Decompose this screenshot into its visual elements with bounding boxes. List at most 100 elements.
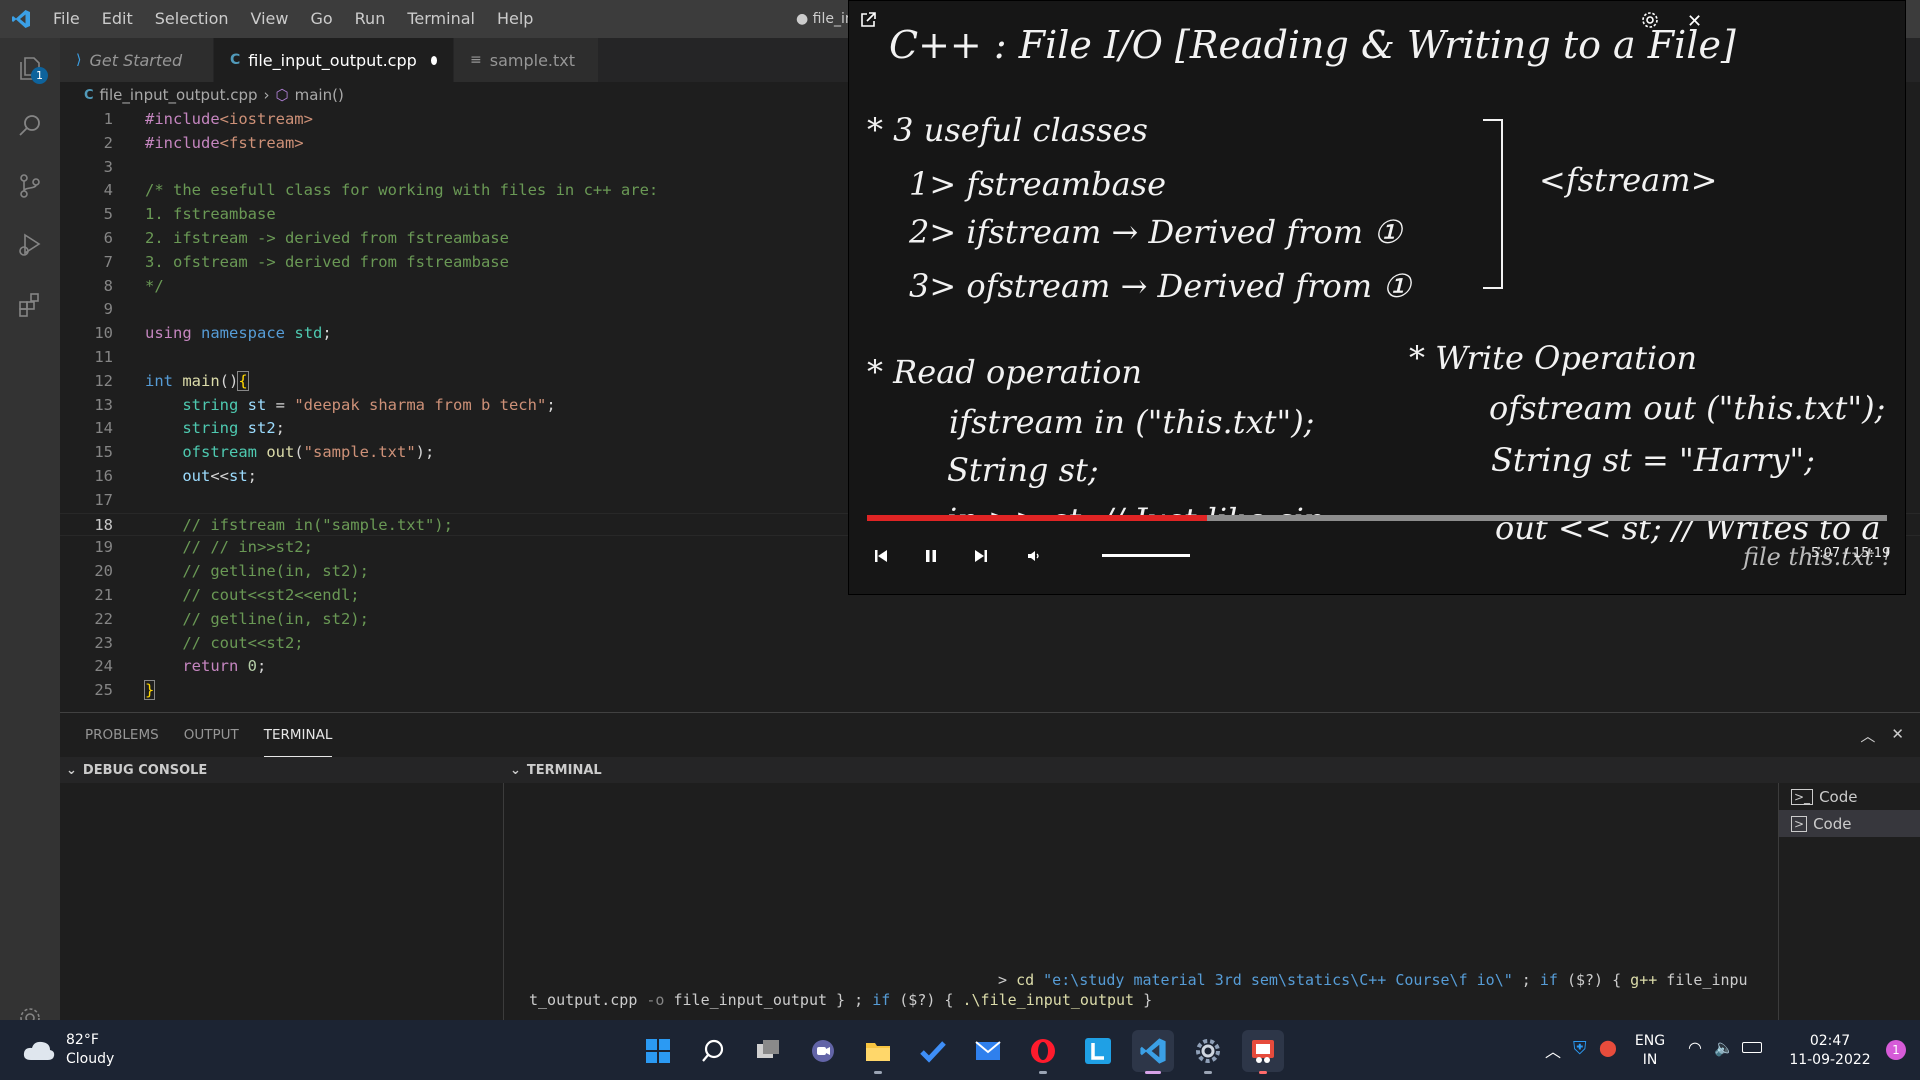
cloud-icon — [23, 1041, 55, 1060]
task-view-icon[interactable] — [747, 1030, 789, 1072]
file-explorer-icon[interactable] — [857, 1030, 899, 1074]
language-indicator[interactable]: ENG IN — [1630, 1032, 1670, 1070]
tab-sample-txt[interactable]: ≡ sample.txt — [454, 38, 599, 82]
mail-icon[interactable] — [967, 1030, 1009, 1072]
active-indicator — [1145, 1071, 1161, 1074]
terminal-header[interactable]: ⌄ TERMINAL — [504, 757, 1920, 783]
settings-gear-icon[interactable] — [1187, 1030, 1229, 1074]
unsaved-dot-icon[interactable] — [430, 55, 437, 65]
code-line: 22 // getline(in, st2); — [60, 608, 1920, 632]
tab-problems[interactable]: PROBLEMS — [85, 713, 159, 757]
lang-region: IN — [1642, 1052, 1658, 1068]
menu-go[interactable]: Go — [299, 0, 343, 38]
breadcrumb-symbol[interactable]: main() — [295, 86, 344, 104]
menu-view[interactable]: View — [240, 0, 300, 38]
debug-console-area[interactable] — [60, 783, 504, 1021]
pause-icon[interactable] — [916, 542, 946, 570]
wifi-icon[interactable]: ◠ — [1688, 1038, 1702, 1057]
line-number: 7 — [103, 252, 113, 271]
tab-terminal[interactable]: TERMINAL — [263, 713, 333, 757]
activity-bar: 1 — [0, 38, 60, 1028]
video-slide-text: String st; — [947, 451, 1099, 489]
notification-badge[interactable]: 1 — [1886, 1040, 1906, 1060]
menu-edit[interactable]: Edit — [91, 0, 144, 38]
clock-time: 02:47 — [1809, 1033, 1851, 1049]
line-number: 10 — [94, 324, 113, 343]
chevron-up-icon[interactable]: ︿ — [1545, 1038, 1561, 1062]
term-token: > — [998, 971, 1017, 989]
todo-check-icon[interactable] — [912, 1030, 954, 1072]
text-file-icon: ≡ — [470, 52, 482, 68]
terminal-line[interactable]: t_output.cpp -o file_input_output } ; if… — [529, 991, 1152, 1009]
volume-slider[interactable] — [1102, 554, 1190, 557]
terminal-label: Code — [1819, 787, 1858, 806]
video-slide-text: 3> ofstream → Derived from ① — [909, 267, 1411, 305]
security-shield-icon[interactable]: ⛨ — [1573, 1038, 1587, 1059]
terminal-line[interactable]: > cd "e:\study material 3rd sem\statics\… — [998, 971, 1748, 989]
tab-output[interactable]: OUTPUT — [184, 713, 239, 757]
breadcrumb-file[interactable]: file_input_output.cpp — [100, 86, 258, 104]
terminal-item[interactable]: >_ Code — [1779, 783, 1920, 810]
search-icon[interactable] — [692, 1030, 734, 1072]
explorer-badge: 1 — [31, 67, 48, 84]
video-progress-bar[interactable] — [867, 515, 1887, 521]
speaker-icon[interactable]: 🔈 — [1714, 1038, 1734, 1057]
menu-terminal[interactable]: Terminal — [396, 0, 486, 38]
start-windows-icon[interactable] — [637, 1030, 679, 1072]
video-slide-text: <fstream> — [1539, 161, 1718, 199]
code-token: int — [145, 371, 173, 390]
term-token: if — [872, 991, 900, 1009]
windows-taskbar: 82°F Cloudy ︿ ⛨ ⬤ ENG IN ◠ 🔈 02:47 11-09… — [0, 1020, 1920, 1080]
previous-track-icon[interactable] — [866, 542, 896, 570]
line-number: 5 — [103, 205, 113, 224]
battery-icon[interactable] — [1742, 1042, 1762, 1053]
weather-widget[interactable]: 82°F Cloudy — [22, 1031, 114, 1069]
term-token: if — [1539, 971, 1567, 989]
term-token: { — [1603, 971, 1631, 989]
tab-get-started[interactable]: ⟩ Get Started — [60, 38, 214, 82]
tab-label: sample.txt — [489, 50, 576, 70]
cpp-file-icon: C — [84, 87, 94, 103]
extensions-icon[interactable] — [10, 284, 50, 324]
teams-chat-icon[interactable] — [802, 1030, 844, 1072]
running-indicator — [1259, 1071, 1267, 1074]
running-indicator — [1039, 1071, 1047, 1074]
cpp-file-icon: C — [230, 52, 241, 68]
defender-alert-icon[interactable]: ⬤ — [1599, 1038, 1617, 1057]
clock[interactable]: 02:47 11-09-2022 — [1785, 1032, 1875, 1070]
search-icon[interactable] — [10, 106, 50, 146]
terminal-label: Code — [1813, 814, 1852, 833]
code-token: "deepak sharma from b tech" — [294, 395, 547, 414]
terminal-item-selected[interactable]: > Code — [1779, 810, 1920, 837]
run-debug-icon[interactable] — [10, 224, 50, 264]
term-token: cd — [1016, 971, 1044, 989]
term-token: ($?) — [899, 991, 936, 1009]
next-track-icon[interactable] — [966, 542, 996, 570]
maximize-panel-icon[interactable]: ︿ — [1860, 725, 1875, 746]
volume-icon[interactable] — [1019, 542, 1049, 570]
video-slide-text: String st = "Harry"; — [1491, 441, 1815, 479]
vscode-taskbar-icon[interactable] — [1132, 1030, 1174, 1074]
tab-file-input-output[interactable]: C file_input_output.cpp — [214, 38, 454, 82]
video-pip-window[interactable]: ✕ C++ : File I/O [Reading & Writing to a… — [848, 0, 1906, 595]
brace-icon — [1483, 119, 1503, 289]
code-token: () — [219, 371, 239, 390]
menu-run[interactable]: Run — [344, 0, 397, 38]
menu-file[interactable]: File — [42, 0, 91, 38]
snipping-tool-icon[interactable] — [1242, 1030, 1284, 1074]
open-external-icon[interactable] — [859, 11, 877, 33]
menu-selection[interactable]: Selection — [144, 0, 240, 38]
opera-browser-icon[interactable] — [1022, 1030, 1064, 1074]
code-token: { — [237, 370, 249, 391]
code-comment: // getline(in, st2); — [182, 609, 369, 628]
line-number: 8 — [103, 276, 113, 295]
source-control-icon[interactable] — [10, 166, 50, 206]
line-number: 17 — [94, 490, 113, 509]
menu-help[interactable]: Help — [486, 0, 544, 38]
line-number: 4 — [103, 181, 113, 200]
debug-console-header[interactable]: ⌄ DEBUG CONSOLE — [60, 757, 504, 783]
close-panel-icon[interactable]: ✕ — [1891, 725, 1904, 746]
code-token: ofstream — [182, 443, 257, 462]
video-progress-fill — [867, 515, 1207, 521]
l-app-icon[interactable] — [1077, 1030, 1119, 1072]
